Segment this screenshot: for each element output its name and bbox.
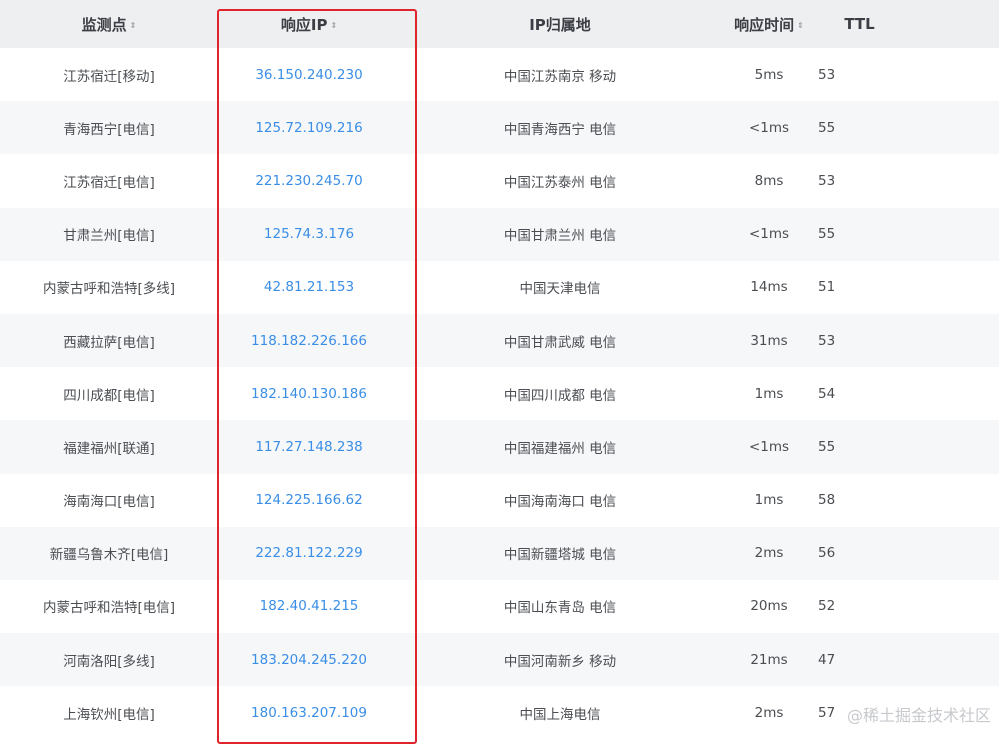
cell-ip: 36.150.240.230 — [255, 66, 363, 83]
cell-ttl: 55 — [818, 119, 836, 136]
cell-monitor: 福建福州[联通] — [63, 440, 155, 457]
cell-monitor: 青海西宁[电信] — [63, 121, 155, 138]
cell-ip: 183.204.245.220 — [251, 651, 367, 668]
column-header-ttl: TTL — [818, 0, 999, 48]
cell-monitor: 新疆乌鲁木齐[电信] — [49, 547, 169, 564]
cell-location: 中国青海西宁 电信 — [503, 121, 617, 138]
table-row: 江苏宿迁[电信] 221.230.245.70 中国江苏泰州 电信 8ms 53 — [0, 154, 999, 208]
cell-ttl: 54 — [818, 385, 836, 402]
cell-response-time: <1ms — [748, 438, 790, 455]
cell-location: 中国新疆塔城 电信 — [503, 547, 617, 564]
cell-monitor: 内蒙古呼和浩特[多线] — [42, 281, 176, 298]
cell-location: 中国上海电信 — [519, 706, 601, 723]
cell-location: 中国江苏南京 移动 — [503, 68, 617, 85]
column-header-ttl-label: TTL — [844, 15, 875, 33]
cell-ip: 117.27.148.238 — [255, 438, 363, 455]
cell-monitor: 内蒙古呼和浩特[电信] — [42, 600, 176, 617]
cell-location: 中国四川成都 电信 — [503, 387, 617, 404]
table-row: 内蒙古呼和浩特[电信] 182.40.41.215 中国山东青岛 电信 20ms 52 — [0, 579, 999, 634]
sort-icon[interactable]: ⇕ — [797, 21, 804, 30]
column-header-location: IP归属地 — [400, 0, 720, 48]
cell-monitor: 江苏宿迁[电信] — [63, 174, 155, 191]
cell-ttl: 51 — [818, 279, 836, 296]
cell-ip: 124.225.166.62 — [255, 492, 363, 509]
table-row: 内蒙古呼和浩特[多线] 42.81.21.153 中国天津电信 14ms 51 — [0, 260, 999, 314]
table-row: 青海西宁[电信] 125.72.109.216 中国青海西宁 电信 <1ms 55 — [0, 101, 999, 155]
cell-ttl: 55 — [818, 438, 836, 455]
column-header-monitor[interactable]: 监测点 ⇕ — [0, 0, 218, 48]
cell-response-time: 20ms — [750, 598, 788, 615]
cell-response-time: 31ms — [750, 332, 788, 349]
table-row: 海南海口[电信] 124.225.166.62 中国海南海口 电信 1ms 58 — [0, 473, 999, 527]
cell-location: 中国天津电信 — [519, 281, 601, 298]
table-row: 新疆乌鲁木齐[电信] 222.81.122.229 中国新疆塔城 电信 2ms 56 — [0, 526, 999, 580]
cell-ip: 125.74.3.176 — [263, 226, 355, 243]
cell-monitor: 河南洛阳[多线] — [63, 653, 155, 670]
cell-ip: 118.182.226.166 — [251, 332, 367, 349]
sort-icon[interactable]: ⇕ — [130, 21, 137, 30]
table-row: 西藏拉萨[电信] 118.182.226.166 中国甘肃武威 电信 31ms 53 — [0, 313, 999, 368]
cell-location: 中国甘肃兰州 电信 — [503, 228, 617, 245]
cell-ttl: 47 — [818, 651, 836, 668]
cell-ttl: 52 — [818, 598, 836, 615]
column-header-ip-label: 响应IP — [280, 15, 328, 34]
cell-ip: 221.230.245.70 — [255, 172, 363, 189]
cell-location: 中国福建福州 电信 — [503, 440, 617, 457]
cell-response-time: 8ms — [754, 172, 784, 189]
column-header-time[interactable]: 响应时间 ⇕ — [720, 0, 818, 48]
cell-location: 中国山东青岛 电信 — [503, 600, 617, 617]
cell-monitor: 甘肃兰州[电信] — [63, 228, 155, 245]
cell-ttl: 53 — [818, 332, 836, 349]
cell-ttl: 53 — [818, 172, 836, 189]
watermark: @稀土掘金技术社区 — [846, 706, 991, 725]
cell-ip: 182.40.41.215 — [259, 598, 359, 615]
cell-ip: 222.81.122.229 — [255, 545, 363, 562]
cell-response-time: 1ms — [754, 492, 784, 509]
table-row: 四川成都[电信] 182.140.130.186 中国四川成都 电信 1ms 54 — [0, 367, 999, 421]
cell-ip: 125.72.109.216 — [255, 119, 363, 136]
cell-response-time: <1ms — [748, 119, 790, 136]
cell-response-time: 5ms — [754, 66, 784, 83]
cell-monitor: 上海钦州[电信] — [63, 706, 155, 723]
cell-response-time: 1ms — [754, 385, 784, 402]
cell-response-time: 14ms — [750, 279, 788, 296]
cell-monitor: 四川成都[电信] — [63, 387, 155, 404]
table-row: 甘肃兰州[电信] 125.74.3.176 中国甘肃兰州 电信 <1ms 55 — [0, 207, 999, 261]
table-row: 福建福州[联通] 117.27.148.238 中国福建福州 电信 <1ms 55 — [0, 420, 999, 474]
table-row: 河南洛阳[多线] 183.204.245.220 中国河南新乡 移动 21ms 47 — [0, 633, 999, 687]
ping-results-table: 监测点 ⇕ 响应IP ⇕ IP归属地 响应时间 ⇕ TTL 江苏宿迁[移动] 36.15… — [0, 0, 999, 740]
table-header-row: 监测点 ⇕ 响应IP ⇕ IP归属地 响应时间 ⇕ TTL — [0, 0, 999, 48]
column-header-monitor-label: 监测点 — [81, 15, 127, 34]
cell-monitor: 江苏宿迁[移动] — [63, 68, 155, 85]
column-header-time-label: 响应时间 — [734, 15, 795, 34]
cell-response-time: 2ms — [754, 704, 784, 721]
cell-ip: 182.140.130.186 — [251, 385, 367, 402]
column-header-ip[interactable]: 响应IP ⇕ — [218, 0, 400, 48]
cell-location: 中国甘肃武威 电信 — [503, 334, 617, 351]
cell-response-time: 21ms — [750, 651, 788, 668]
cell-ip: 180.163.207.109 — [251, 704, 367, 721]
cell-location: 中国江苏泰州 电信 — [503, 174, 617, 191]
cell-location: 中国河南新乡 移动 — [503, 653, 617, 670]
cell-response-time: 2ms — [754, 545, 784, 562]
cell-monitor: 西藏拉萨[电信] — [63, 334, 155, 351]
cell-ttl: 56 — [818, 545, 836, 562]
table-row: 江苏宿迁[移动] 36.150.240.230 中国江苏南京 移动 5ms 53 — [0, 48, 999, 102]
column-header-location-label: IP归属地 — [529, 15, 591, 34]
cell-ttl: 55 — [818, 226, 836, 243]
cell-response-time: <1ms — [748, 226, 790, 243]
cell-ttl: 53 — [818, 66, 836, 83]
cell-ip: 42.81.21.153 — [263, 279, 355, 296]
cell-monitor: 海南海口[电信] — [63, 494, 155, 511]
cell-location: 中国海南海口 电信 — [503, 494, 617, 511]
cell-ttl: 58 — [818, 492, 836, 509]
sort-icon[interactable]: ⇕ — [330, 21, 337, 30]
